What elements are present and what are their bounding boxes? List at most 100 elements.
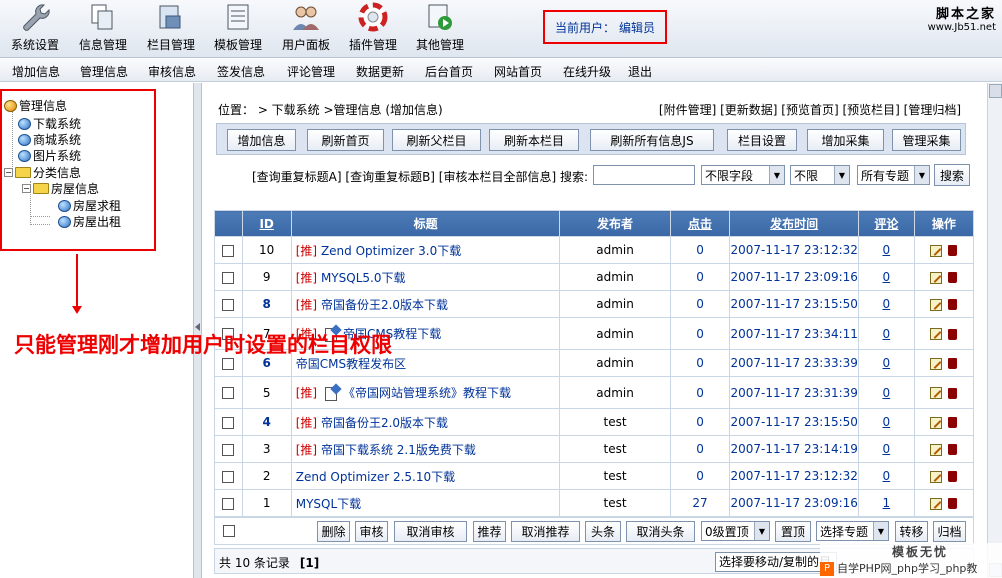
unrecommend-button[interactable]: 取消推荐	[511, 521, 580, 542]
tool-template-manage[interactable]: 模板管理	[206, 2, 270, 56]
row-title-link[interactable]: 帝国下载系统 2.1版免费下载	[321, 443, 476, 457]
delete-icon[interactable]	[948, 299, 958, 310]
row-checkbox[interactable]	[222, 443, 235, 456]
delete-icon[interactable]	[948, 358, 958, 369]
search-input[interactable]	[593, 165, 695, 185]
edit-icon[interactable]	[930, 244, 943, 257]
add-info-button[interactable]: 增加信息	[227, 129, 296, 151]
tree-node-classified[interactable]: − 分类信息	[4, 164, 81, 181]
tool-system-settings[interactable]: 系统设置	[3, 2, 67, 56]
select-all-checkbox[interactable]	[223, 525, 235, 537]
refresh-parent-button[interactable]: 刷新父栏目	[392, 129, 481, 151]
delete-icon[interactable]	[948, 328, 958, 340]
tree-node-shop[interactable]: 商城系统	[18, 131, 81, 148]
edit-icon[interactable]	[930, 416, 943, 429]
row-checkbox[interactable]	[222, 271, 235, 284]
tool-user-panel[interactable]: 用户面板	[274, 2, 338, 56]
row-comments[interactable]: 0	[857, 376, 915, 409]
level-select[interactable]: 0级置顶 ▼	[701, 521, 770, 541]
row-title-link[interactable]: 帝国备份王2.0版本下载	[321, 416, 448, 430]
row-title-link[interactable]: MYSQL下载	[296, 497, 361, 511]
refresh-column-button[interactable]: 刷新本栏目	[489, 129, 579, 151]
delete-icon[interactable]	[948, 417, 958, 428]
tree-root[interactable]: 管理信息	[4, 97, 67, 114]
edit-icon[interactable]	[930, 470, 943, 483]
tree-node-house-rent[interactable]: 房屋出租	[58, 213, 121, 230]
collapse-icon[interactable]: −	[22, 184, 31, 193]
row-comments[interactable]: 0	[857, 462, 915, 490]
tree-node-image[interactable]: 图片系统	[18, 147, 81, 164]
delete-icon[interactable]	[948, 245, 958, 256]
delete-icon[interactable]	[948, 471, 958, 482]
row-comments[interactable]: 0	[857, 435, 915, 463]
pin-button[interactable]: 置顶	[775, 521, 811, 542]
recommend-button[interactable]: 推荐	[473, 521, 506, 542]
header-date[interactable]: 发布时间	[729, 210, 859, 237]
delete-button[interactable]: 删除	[317, 521, 350, 542]
refresh-home-button[interactable]: 刷新首页	[307, 129, 384, 151]
row-comments[interactable]: 0	[857, 263, 915, 291]
manage-collect-button[interactable]: 管理采集	[892, 129, 961, 151]
delete-icon[interactable]	[948, 498, 958, 509]
search-button[interactable]: 搜索	[934, 164, 970, 186]
refresh-js-button[interactable]: 刷新所有信息JS	[590, 129, 714, 151]
menu-item[interactable]: 网站首页	[494, 63, 542, 80]
header-id[interactable]: ID	[241, 210, 292, 237]
tool-other-manage[interactable]: 其他管理	[408, 2, 472, 56]
tool-plugin-manage[interactable]: 插件管理	[341, 2, 405, 56]
unheadline-button[interactable]: 取消头条	[626, 521, 695, 542]
header-clicks[interactable]: 点击	[669, 210, 731, 237]
scroll-up-icon[interactable]	[989, 84, 1002, 98]
menu-item[interactable]: 评论管理	[287, 63, 335, 80]
row-comments[interactable]: 0	[857, 290, 915, 318]
row-comments[interactable]: 0	[857, 317, 915, 350]
edit-icon[interactable]	[930, 328, 943, 340]
delete-icon[interactable]	[948, 272, 958, 283]
edit-icon[interactable]	[930, 497, 943, 510]
move-select[interactable]: 选择要移动/复制的目	[715, 552, 837, 572]
edit-icon[interactable]	[930, 387, 943, 399]
page-link[interactable]: [1]	[300, 556, 319, 570]
menu-item[interactable]: 增加信息	[12, 63, 60, 80]
tool-column-manage[interactable]: 栏目管理	[139, 2, 203, 56]
header-comments[interactable]: 评论	[857, 210, 915, 237]
row-checkbox[interactable]	[222, 244, 235, 257]
menu-item[interactable]: 管理信息	[80, 63, 128, 80]
row-title-link[interactable]: 《帝国网站管理系统》教程下载	[343, 386, 511, 400]
menu-item[interactable]: 在线升级	[563, 63, 611, 80]
quick-links[interactable]: [附件管理] [更新数据] [预览首页] [预览栏目] [管理归档]	[659, 101, 961, 118]
row-comments[interactable]: 0	[857, 349, 915, 377]
vertical-scrollbar[interactable]	[987, 83, 1002, 578]
row-comments[interactable]: 0	[857, 236, 915, 264]
row-checkbox[interactable]	[222, 497, 235, 510]
tree-node-house[interactable]: − 房屋信息	[22, 180, 99, 197]
collapse-icon[interactable]: −	[4, 168, 13, 177]
row-title-link[interactable]: 帝国备份王2.0版本下载	[321, 298, 448, 312]
row-title-link[interactable]: Zend Optimizer 2.5.10下载	[296, 470, 455, 484]
approve-button[interactable]: 审核	[355, 521, 388, 542]
add-collect-button[interactable]: 增加采集	[807, 129, 884, 151]
row-comments[interactable]: 1	[857, 489, 915, 517]
column-settings-button[interactable]: 栏目设置	[727, 129, 797, 151]
menu-item[interactable]: 退出	[628, 63, 652, 80]
delete-icon[interactable]	[948, 444, 958, 455]
edit-icon[interactable]	[930, 298, 943, 311]
row-title-link[interactable]: MYSQL5.0下载	[321, 271, 406, 285]
edit-icon[interactable]	[930, 271, 943, 284]
edit-icon[interactable]	[930, 443, 943, 456]
row-checkbox[interactable]	[222, 387, 235, 399]
search-links[interactable]: [查询重复标题A] [查询重复标题B] [审核本栏目全部信息] 搜索:	[252, 165, 588, 187]
row-comments[interactable]: 0	[857, 408, 915, 436]
edit-icon[interactable]	[930, 357, 943, 370]
tree-node-download[interactable]: 下载系统	[18, 115, 81, 132]
row-checkbox[interactable]	[222, 357, 235, 370]
tool-info-manage[interactable]: 信息管理	[71, 2, 135, 56]
row-checkbox[interactable]	[222, 470, 235, 483]
field-select[interactable]: 不限字段 ▼	[701, 165, 785, 185]
delete-icon[interactable]	[948, 387, 958, 399]
tree-node-house-want[interactable]: 房屋求租	[58, 197, 121, 214]
row-checkbox[interactable]	[222, 416, 235, 429]
row-checkbox[interactable]	[222, 298, 235, 311]
menu-item[interactable]: 审核信息	[148, 63, 196, 80]
menu-item[interactable]: 数据更新	[356, 63, 404, 80]
